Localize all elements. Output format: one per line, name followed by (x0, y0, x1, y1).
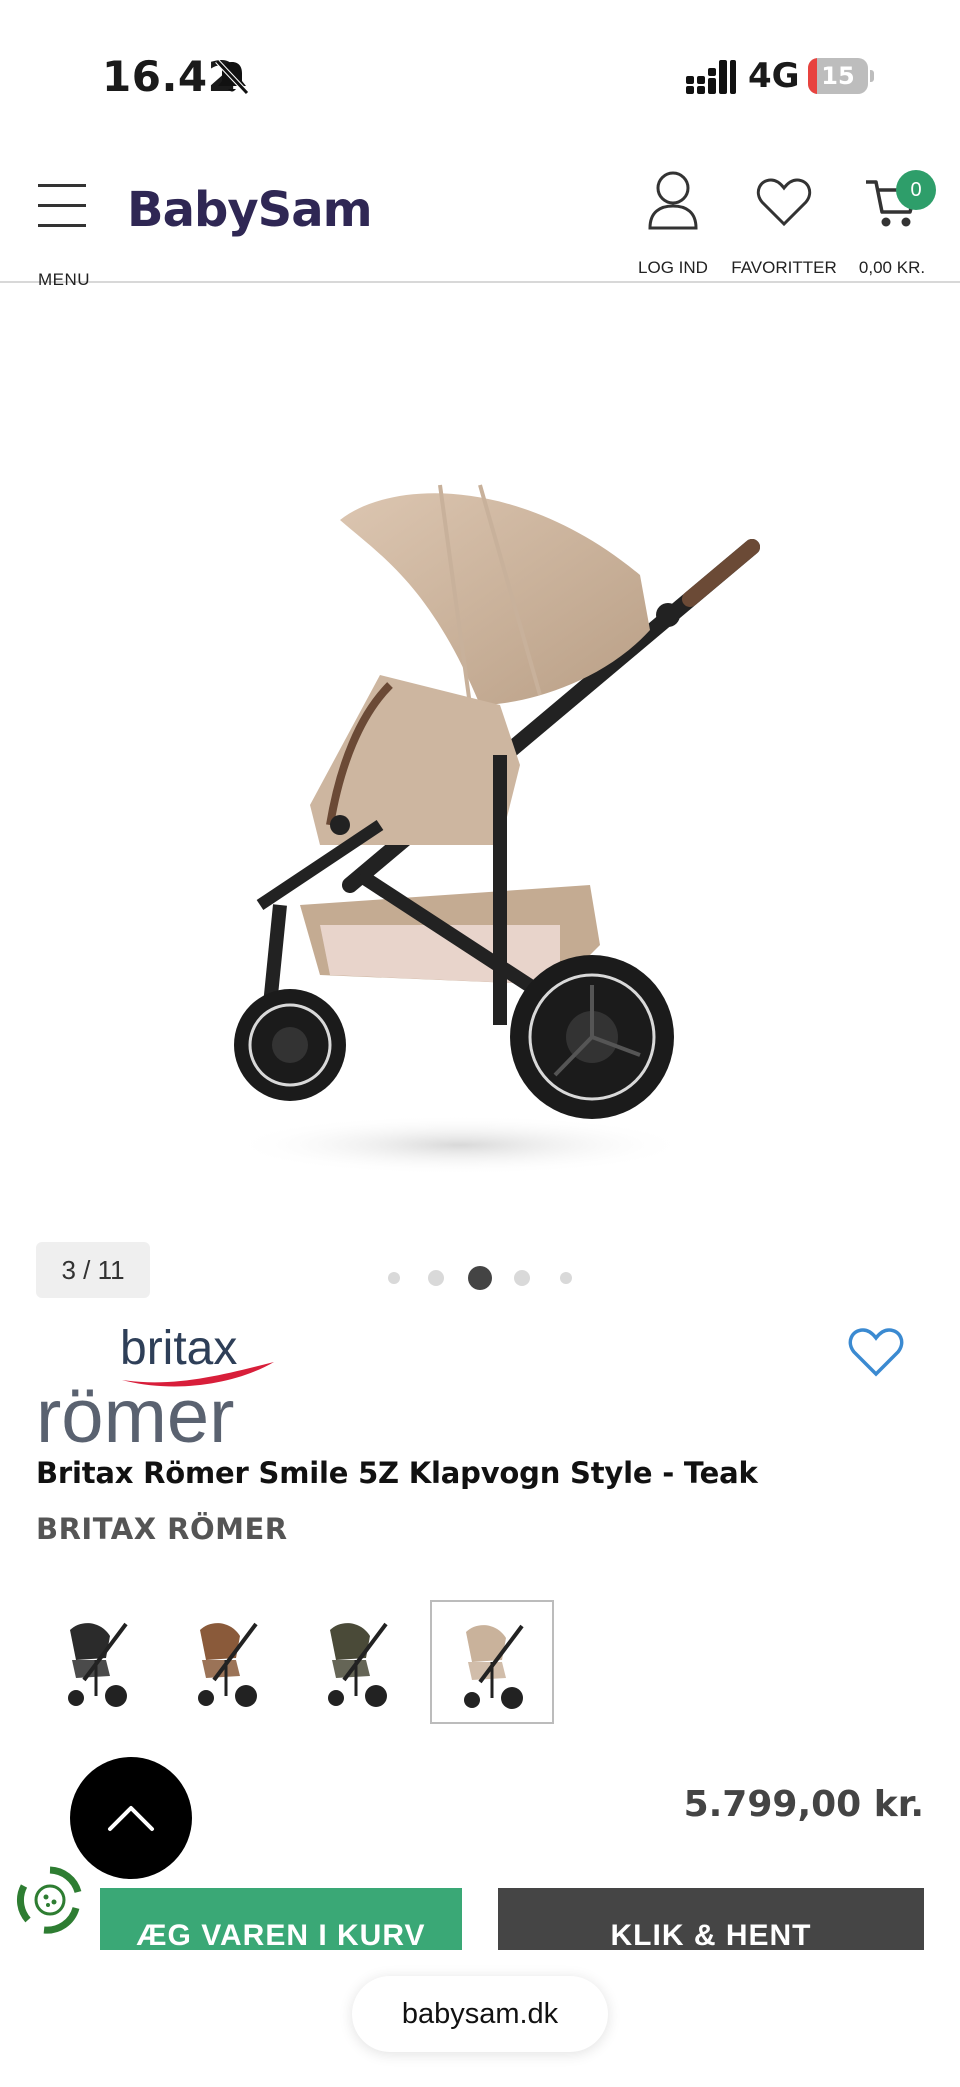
add-to-cart-button[interactable]: ÆG VAREN I KURV (100, 1888, 462, 1950)
menu-button[interactable]: MENU (34, 178, 94, 289)
image-counter: 3 / 11 (36, 1242, 150, 1298)
product-image[interactable] (0, 285, 960, 1205)
carousel-dots[interactable] (380, 1262, 580, 1292)
cart-button[interactable]: 0 0,00 KR. (852, 170, 936, 280)
user-icon (648, 171, 698, 230)
heart-icon (756, 178, 812, 227)
brand-logo-line1: britax (120, 1322, 237, 1375)
carousel-dot[interactable] (428, 1270, 444, 1286)
carousel-dot[interactable] (560, 1272, 572, 1284)
stroller-image (230, 484, 760, 1175)
battery-text: 15 (821, 62, 855, 90)
product-title: Britax Römer Smile 5Z Klapvogn Style - T… (36, 1456, 758, 1490)
battery-icon: 15 (808, 58, 874, 94)
scroll-to-top-button[interactable] (70, 1757, 192, 1879)
variant-selector (36, 1600, 596, 1726)
login-button[interactable]: LOG IND (630, 170, 716, 280)
brand-logo[interactable]: britax römer (36, 1318, 276, 1459)
variant-thumbnail[interactable] (166, 1600, 290, 1724)
variant-thumbnail[interactable] (430, 1600, 554, 1724)
chevron-up-icon (108, 1806, 154, 1831)
favorites-label: FAVORITTER (731, 258, 837, 277)
favorites-button[interactable]: FAVORITTER (726, 170, 842, 280)
variant-thumbnail[interactable] (36, 1600, 160, 1724)
variant-stroller-icon (198, 1622, 258, 1707)
product-price: 5.799,00 kr. (683, 1784, 924, 1825)
status-bar: 16.42 4G 15 (0, 0, 960, 150)
cart-count-badge: 0 (896, 170, 936, 210)
babysam-logo[interactable]: BabySam (127, 182, 373, 238)
product-brand[interactable]: BRITAX RÖMER (36, 1512, 288, 1546)
carousel-dot-active[interactable] (468, 1266, 492, 1290)
network-label: 4G (748, 56, 800, 96)
bell-slash-icon (215, 59, 249, 95)
carousel-dot[interactable] (514, 1270, 530, 1286)
signal-bars-icon (686, 60, 736, 94)
carousel-dot[interactable] (388, 1272, 400, 1284)
cart-total: 0,00 KR. (858, 258, 926, 277)
variant-thumbnail[interactable] (296, 1600, 420, 1724)
brand-logo-line2: römer (36, 1374, 234, 1450)
click-and-collect-button[interactable]: KLIK & HENT (498, 1888, 924, 1950)
variant-stroller-icon (328, 1622, 388, 1707)
login-label: LOG IND (638, 258, 708, 277)
action-buttons: ÆG VAREN I KURV KLIK & HENT (0, 1886, 960, 1950)
variant-stroller-icon (464, 1624, 524, 1709)
url-bar[interactable]: babysam.dk (352, 1976, 608, 2052)
variant-stroller-icon (68, 1622, 128, 1707)
site-header: MENU BabySam LOG IND FAVORITTER 0 0,00 K… (0, 150, 960, 289)
browser-bar: babysam.dk (0, 1950, 960, 2087)
favorite-heart-icon[interactable] (848, 1326, 904, 1378)
